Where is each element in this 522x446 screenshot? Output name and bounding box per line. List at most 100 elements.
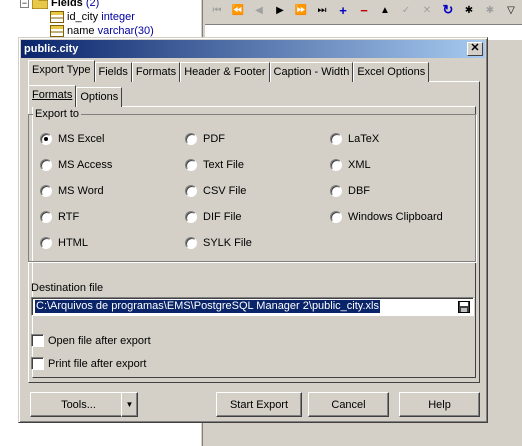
radio-button[interactable] bbox=[330, 159, 342, 171]
refresh-icon[interactable]: ↻ bbox=[438, 1, 458, 19]
radio-label: LaTeX bbox=[348, 133, 380, 145]
radio-xml[interactable]: XML bbox=[330, 159, 371, 171]
checkbox[interactable] bbox=[31, 357, 44, 370]
prior-page-icon[interactable]: ⏪ bbox=[228, 1, 248, 19]
radio-dbf[interactable]: DBF bbox=[330, 185, 370, 197]
radio-button[interactable] bbox=[185, 133, 197, 145]
radio-button[interactable] bbox=[40, 185, 52, 197]
radio-sylk-file[interactable]: SYLK File bbox=[185, 237, 252, 249]
radio-label: MS Word bbox=[58, 185, 104, 197]
radio-label: SYLK File bbox=[203, 237, 252, 249]
button-label: Tools... bbox=[61, 398, 96, 411]
checkbox-label: Print file after export bbox=[48, 357, 147, 370]
tab-excel-options[interactable]: Excel Options bbox=[353, 62, 430, 82]
folder-icon bbox=[32, 0, 48, 10]
sub-tabs: Formats Options bbox=[28, 85, 123, 107]
radio-ms-word[interactable]: MS Word bbox=[40, 185, 104, 197]
tab-fields[interactable]: Fields bbox=[94, 62, 132, 82]
tree-item-field[interactable]: name varchar(30) bbox=[50, 24, 154, 38]
subtab-label: Options bbox=[80, 91, 119, 103]
post-icon[interactable]: ✓ bbox=[396, 1, 416, 19]
subtab-label: Formats bbox=[32, 89, 73, 101]
radio-label: Text File bbox=[203, 159, 244, 171]
radio-latex[interactable]: LaTeX bbox=[330, 133, 379, 145]
dropdown-arrow-icon: ▼ bbox=[125, 400, 134, 409]
close-icon[interactable]: ✕ bbox=[467, 42, 483, 56]
radio-button[interactable] bbox=[185, 211, 197, 223]
tab-label: Excel Options bbox=[357, 66, 426, 78]
open-after-export-checkbox[interactable]: Open file after export bbox=[31, 334, 151, 347]
edit-icon[interactable]: ▲ bbox=[375, 1, 395, 19]
dialog-title: public.city bbox=[24, 43, 79, 55]
radio-dif-file[interactable]: DIF File bbox=[185, 211, 242, 223]
radio-windows-clipboard[interactable]: Windows Clipboard bbox=[330, 211, 443, 223]
asterisk-icon[interactable]: ✱ bbox=[480, 1, 500, 19]
tree-item-field[interactable]: id_city integer bbox=[50, 10, 135, 24]
radio-pdf[interactable]: PDF bbox=[185, 133, 225, 145]
button-label: Help bbox=[428, 398, 451, 411]
radio-label: HTML bbox=[58, 237, 88, 249]
field-icon bbox=[50, 25, 64, 38]
radio-ms-excel[interactable]: MS Excel bbox=[40, 133, 104, 145]
radio-label: CSV File bbox=[203, 185, 247, 197]
button-label: Start Export bbox=[229, 398, 289, 411]
cancel-button[interactable]: Cancel bbox=[308, 392, 389, 417]
tab-label: Header & Footer bbox=[184, 66, 266, 78]
tab-label: Fields bbox=[98, 66, 128, 78]
field-icon bbox=[50, 11, 64, 24]
tab-label: Export Type bbox=[32, 64, 91, 76]
destination-file-value: C:\Arquivos de programas\EMS\PostgreSQL … bbox=[35, 300, 380, 313]
tab-formats[interactable]: Formats bbox=[131, 62, 181, 82]
radio-rtf[interactable]: RTF bbox=[40, 211, 79, 223]
radio-csv-file[interactable]: CSV File bbox=[185, 185, 246, 197]
radio-button[interactable] bbox=[40, 237, 52, 249]
insert-icon[interactable]: + bbox=[333, 1, 353, 19]
tree-field-type: varchar(30) bbox=[97, 25, 154, 37]
minus-icon[interactable]: − bbox=[20, 0, 29, 8]
subtab-formats[interactable]: Formats bbox=[28, 85, 77, 107]
dialog-titlebar[interactable]: public.city ✕ bbox=[21, 40, 485, 58]
radio-html[interactable]: HTML bbox=[40, 237, 88, 249]
radio-label: XML bbox=[348, 159, 371, 171]
radio-button[interactable] bbox=[40, 211, 52, 223]
first-icon[interactable]: ⏮ bbox=[207, 1, 227, 19]
tab-label: Formats bbox=[135, 66, 177, 78]
last-icon[interactable]: ⏭ bbox=[312, 1, 332, 19]
filter-icon[interactable]: ▽ bbox=[501, 1, 521, 19]
tools-button[interactable]: Tools... bbox=[30, 392, 127, 417]
tab-caption-width[interactable]: Caption - Width bbox=[269, 62, 354, 82]
tree-node-fields[interactable]: − Fields (2) bbox=[20, 0, 99, 10]
asterisk-icon[interactable]: ✱ bbox=[459, 1, 479, 19]
delete-icon[interactable]: − bbox=[354, 1, 374, 19]
tree-field-name: name bbox=[67, 25, 95, 37]
radio-label: Windows Clipboard bbox=[348, 211, 443, 223]
tree-fields-count: (2) bbox=[85, 0, 100, 9]
radio-button[interactable] bbox=[185, 237, 197, 249]
save-file-icon[interactable] bbox=[457, 300, 471, 314]
radio-ms-access[interactable]: MS Access bbox=[40, 159, 112, 171]
destination-file-label: Destination file bbox=[31, 282, 104, 294]
radio-button[interactable] bbox=[40, 159, 52, 171]
next-page-icon[interactable]: ⏩ bbox=[291, 1, 311, 19]
radio-button[interactable] bbox=[330, 185, 342, 197]
subtab-options[interactable]: Options bbox=[76, 87, 123, 107]
help-button[interactable]: Help bbox=[399, 392, 480, 417]
radio-button[interactable] bbox=[40, 133, 52, 145]
radio-button[interactable] bbox=[330, 133, 342, 145]
destination-file-input[interactable]: C:\Arquivos de programas\EMS\PostgreSQL … bbox=[31, 297, 474, 316]
tab-export-type[interactable]: Export Type bbox=[28, 60, 95, 82]
prior-icon[interactable]: ◀ bbox=[249, 1, 269, 19]
tab-header-footer[interactable]: Header & Footer bbox=[180, 62, 270, 82]
print-after-export-checkbox[interactable]: Print file after export bbox=[31, 357, 146, 370]
radio-text-file[interactable]: Text File bbox=[185, 159, 244, 171]
radio-button[interactable] bbox=[185, 185, 197, 197]
radio-button[interactable] bbox=[330, 211, 342, 223]
cancel-icon[interactable]: ✕ bbox=[417, 1, 437, 19]
radio-button[interactable] bbox=[185, 159, 197, 171]
radio-label: MS Excel bbox=[58, 133, 105, 145]
next-icon[interactable]: ▶ bbox=[270, 1, 290, 19]
start-export-button[interactable]: Start Export bbox=[216, 392, 302, 417]
radio-label: DBF bbox=[348, 185, 370, 197]
tools-dropdown-button[interactable]: ▼ bbox=[121, 392, 138, 417]
checkbox[interactable] bbox=[31, 334, 44, 347]
